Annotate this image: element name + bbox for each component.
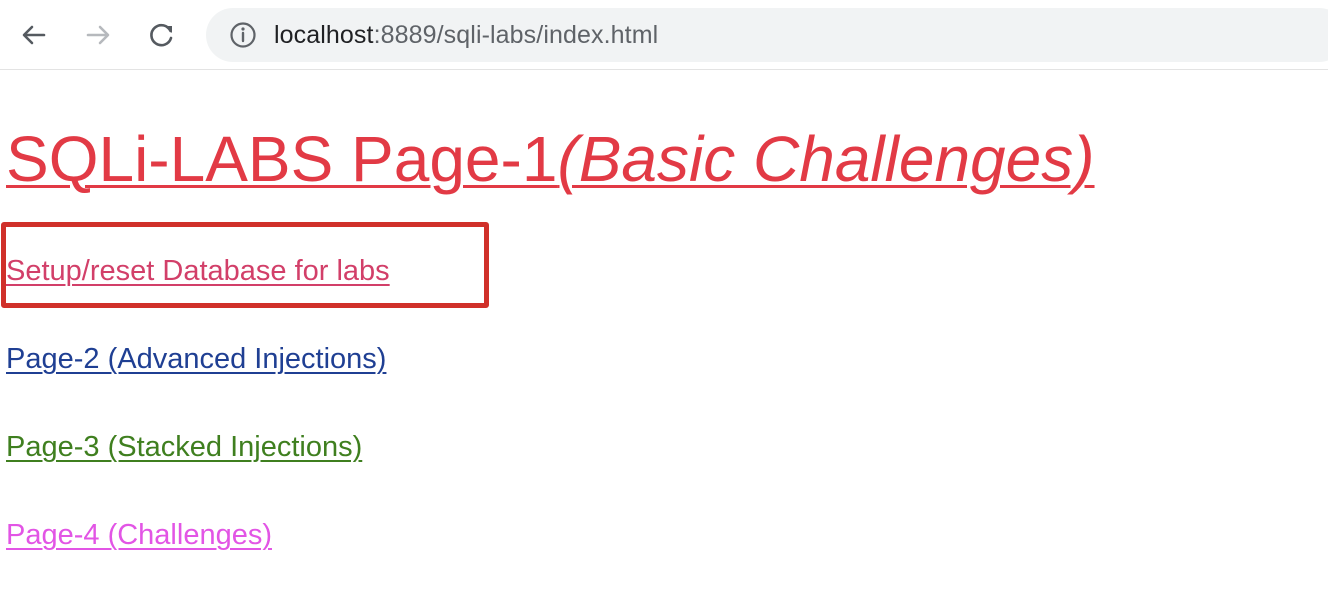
page-3-link[interactable]: Page-3 (Stacked Injections) <box>6 429 362 465</box>
address-bar[interactable]: localhost:8889/sqli-labs/index.html <box>206 8 1328 62</box>
back-button[interactable] <box>12 13 56 57</box>
page-title-link[interactable]: SQLi-LABS Page-1(Basic Challenges) <box>6 123 1095 195</box>
browser-toolbar: localhost:8889/sqli-labs/index.html <box>0 0 1328 70</box>
forward-arrow-icon <box>86 25 110 45</box>
reload-icon <box>150 23 173 47</box>
page-2-link[interactable]: Page-2 (Advanced Injections) <box>6 341 386 377</box>
page-4-link[interactable]: Page-4 (Challenges) <box>6 517 272 553</box>
url-path: :8889/sqli-labs/index.html <box>373 20 659 49</box>
forward-button[interactable] <box>76 13 120 57</box>
page-title: SQLi-LABS Page-1(Basic Challenges) <box>6 121 1095 197</box>
url-text[interactable]: localhost:8889/sqli-labs/index.html <box>274 21 658 50</box>
page-content: SQLi-LABS Page-1(Basic Challenges) Setup… <box>0 71 1328 606</box>
title-main: SQLi-LABS Page-1 <box>6 123 558 195</box>
title-italic: (Basic Challenges) <box>557 123 1095 195</box>
back-arrow-icon <box>22 25 46 45</box>
url-host: localhost <box>274 20 374 49</box>
reload-button[interactable] <box>140 13 184 57</box>
setup-reset-database-link[interactable]: Setup/reset Database for labs <box>6 253 390 289</box>
info-icon[interactable] <box>228 20 258 50</box>
